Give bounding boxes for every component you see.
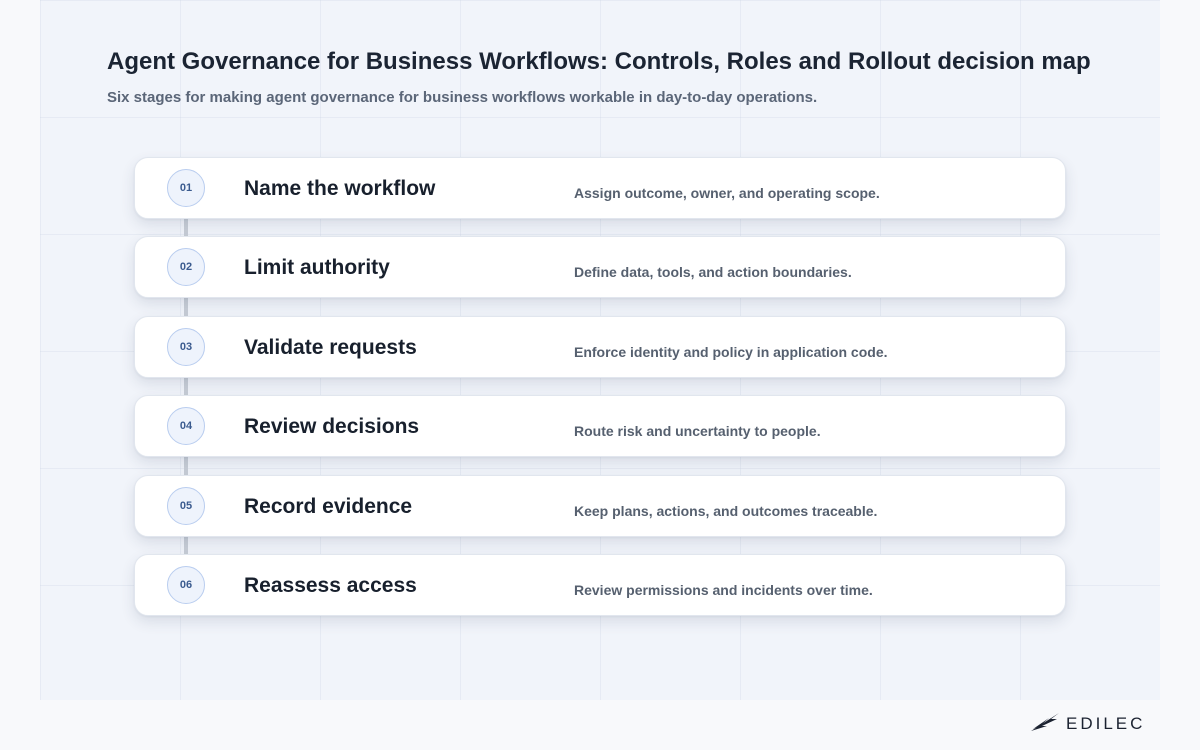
stage-title: Validate requests: [244, 336, 417, 359]
stage-number-badge: 05: [167, 487, 205, 525]
stage-description: Enforce identity and policy in applicati…: [574, 344, 888, 360]
stage-number-badge: 03: [167, 328, 205, 366]
stage-description: Keep plans, actions, and outcomes tracea…: [574, 503, 878, 519]
stage-description: Define data, tools, and action boundarie…: [574, 264, 852, 280]
stage-card-6: 06 Reassess access Review permissions an…: [134, 554, 1066, 616]
stage-description: Route risk and uncertainty to people.: [574, 423, 821, 439]
stage-description: Review permissions and incidents over ti…: [574, 582, 873, 598]
stage-title: Record evidence: [244, 495, 413, 518]
stage-title: Review decisions: [244, 415, 420, 438]
wing-logo-icon: [1030, 710, 1060, 737]
stage-description: Assign outcome, owner, and operating sco…: [574, 185, 880, 201]
stage-number-badge: 06: [167, 566, 205, 604]
stage-title: Limit authority: [244, 256, 390, 279]
stage-number-badge: 01: [167, 169, 205, 207]
page-subtitle: Six stages for making agent governance f…: [107, 89, 818, 106]
brand-logo: EDILEC: [1030, 710, 1145, 737]
stage-title: Name the workflow: [244, 177, 436, 200]
stage-card-3: 03 Validate requests Enforce identity an…: [134, 316, 1066, 378]
stage-card-2: 02 Limit authority Define data, tools, a…: [134, 236, 1066, 298]
stage-card-5: 05 Record evidence Keep plans, actions, …: [134, 475, 1066, 537]
stage-title: Reassess access: [244, 574, 417, 597]
stage-number-badge: 02: [167, 248, 205, 286]
brand-name: EDILEC: [1066, 713, 1146, 733]
stage-card-1: 01 Name the workflow Assign outcome, own…: [134, 157, 1066, 219]
stage-card-4: 04 Review decisions Route risk and uncer…: [134, 395, 1066, 457]
stage-number-badge: 04: [167, 407, 205, 445]
page-title: Agent Governance for Business Workflows:…: [107, 48, 1091, 75]
